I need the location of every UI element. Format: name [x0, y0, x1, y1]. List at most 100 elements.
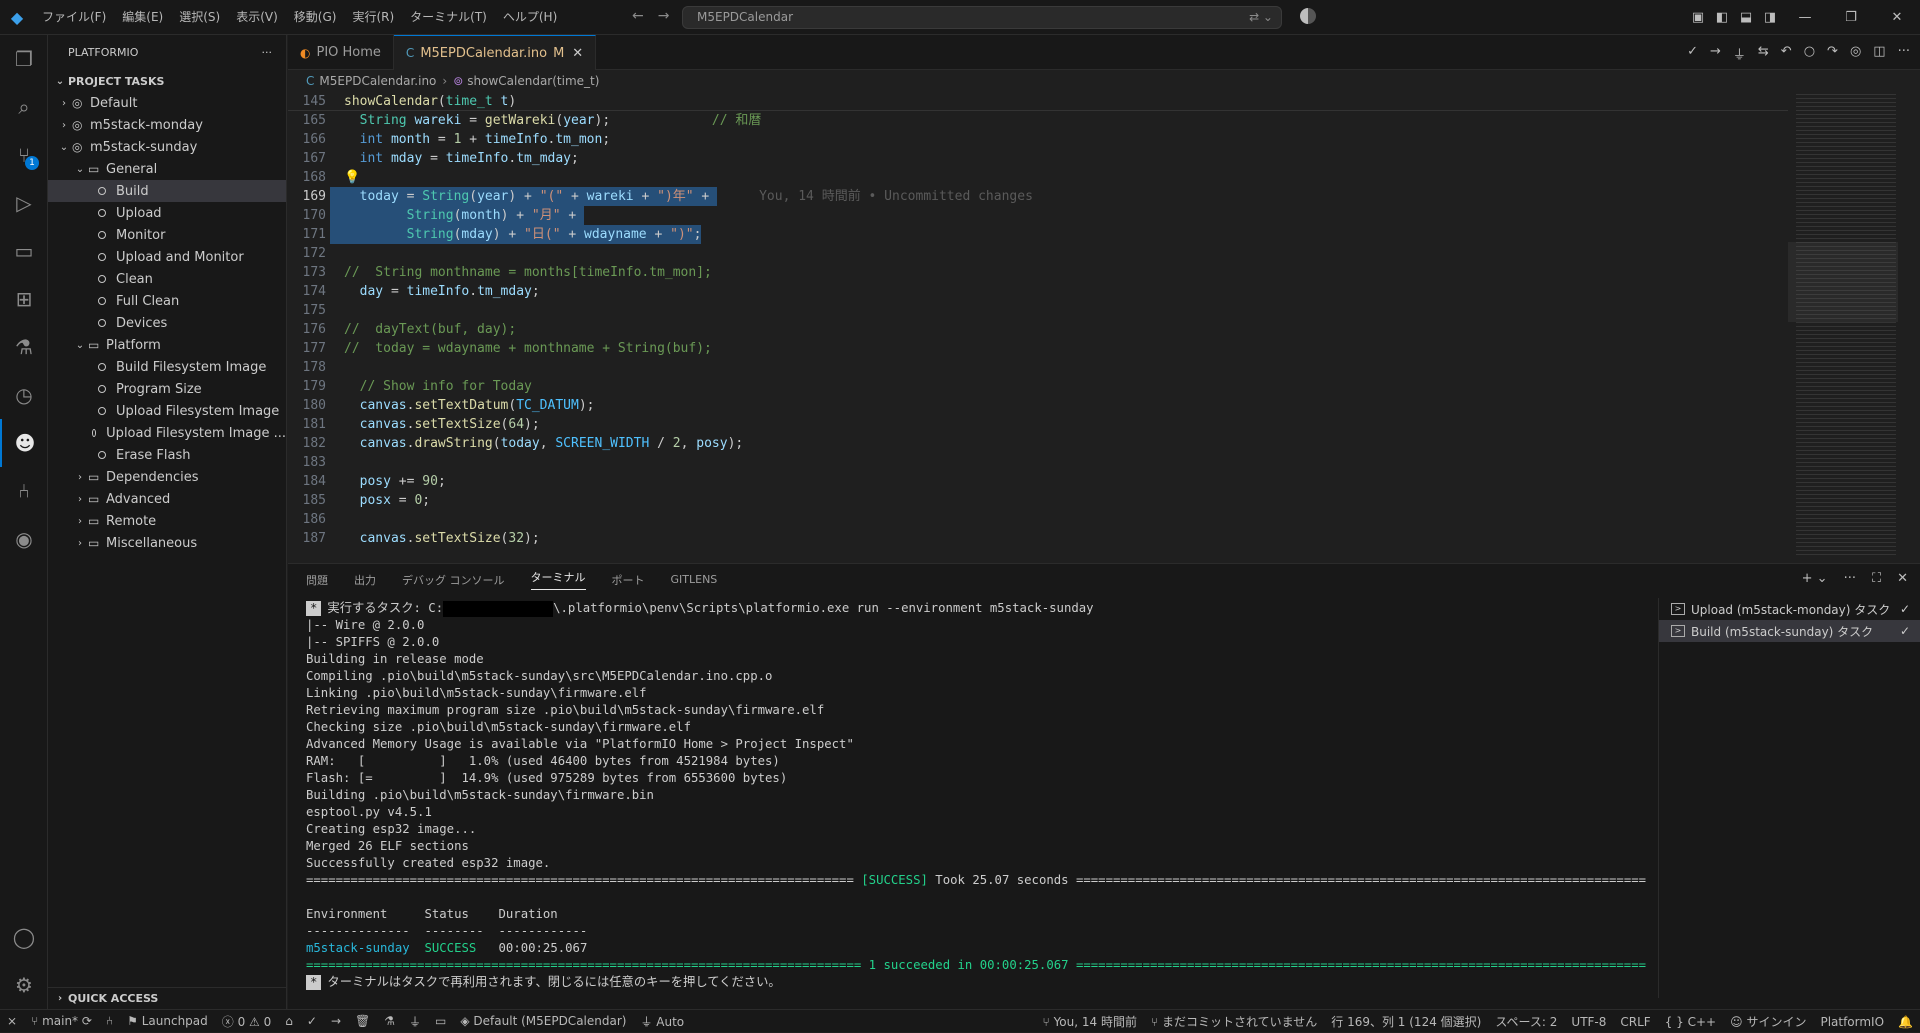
copilot-icon[interactable] [1300, 8, 1316, 24]
panel-tab[interactable]: ターミナル [530, 569, 586, 590]
code-line[interactable]: 173// String monthname = months[timeInfo… [288, 263, 1788, 282]
github-icon[interactable]: ◉ [0, 515, 48, 563]
search-icon[interactable]: ⌕ [0, 83, 48, 131]
tree-item[interactable]: › ◎ Default [48, 92, 286, 114]
tree-item[interactable]: › ▭ Remote [48, 510, 286, 532]
pio-test-icon[interactable]: ⚗ [377, 1014, 402, 1028]
menu-item[interactable]: 移動(G) [286, 0, 345, 35]
back-arrow-icon[interactable]: ← [632, 8, 644, 24]
run-debug-icon[interactable]: ▷ [0, 179, 48, 227]
pio-home-icon[interactable]: ⌂ [278, 1014, 300, 1028]
cursor-position[interactable]: 行 169、列 1 (124 個選択) [1324, 1013, 1488, 1030]
tree-item[interactable]: ⌄ ▭ General [48, 158, 286, 180]
tree-item[interactable]: Upload [48, 202, 286, 224]
menu-item[interactable]: ファイル(F) [34, 0, 114, 35]
pio-monitor-icon[interactable]: ⏚ [402, 1013, 428, 1030]
git-graph-icon[interactable]: ⑃ [99, 1014, 120, 1028]
language-mode[interactable]: { } C++ [1658, 1015, 1723, 1029]
explorer-icon[interactable]: ❐ [0, 35, 48, 83]
uncommitted-item[interactable]: ⑂ まだコミットされていません [1144, 1013, 1324, 1030]
extensions-icon[interactable]: ⊞ [0, 275, 48, 323]
code-line[interactable]: 181 canvas.setTextSize(64); [288, 415, 1788, 434]
toggle-sidebar-icon[interactable]: ◧ [1710, 10, 1734, 25]
code-line[interactable]: 172 [288, 244, 1788, 263]
breadcrumb-symbol[interactable]: showCalendar(time_t) [467, 74, 599, 88]
code-line[interactable]: 185 posx = 0; [288, 491, 1788, 510]
code-line[interactable]: 178 [288, 358, 1788, 377]
panel-tab[interactable]: GITLENS [671, 573, 718, 586]
tree-item[interactable]: Upload Filesystem Image [48, 400, 286, 422]
tree-item[interactable]: Erase Flash [48, 444, 286, 466]
code-line[interactable]: 166 int month = 1 + timeInfo.tm_mon; [288, 130, 1788, 149]
end-of-line[interactable]: CRLF [1613, 1015, 1657, 1029]
code-line[interactable]: 176// dayText(buf, day); [288, 320, 1788, 339]
breadcrumb-file[interactable]: M5EPDCalendar.ino [319, 74, 436, 88]
terminal-output[interactable]: * 実行するタスク: C: \.platformio\penv\Scripts\pl… [306, 600, 1646, 1000]
encoding[interactable]: UTF-8 [1564, 1015, 1613, 1029]
more-actions-icon[interactable]: ··· [1898, 44, 1910, 63]
toggle-panel-icon[interactable]: ⬓ [1734, 10, 1758, 25]
tree-item[interactable]: ⌄ ◎ m5stack-sunday [48, 136, 286, 158]
panel-tab[interactable]: 問題 [306, 572, 328, 588]
panel-tab[interactable]: 出力 [354, 572, 376, 588]
pio-clean-icon[interactable]: 🗑 [348, 1014, 377, 1028]
code-line[interactable]: 186 [288, 510, 1788, 529]
tree-item[interactable]: ⌄ ▭ Platform [48, 334, 286, 356]
launchpad-item[interactable]: ⚑ Launchpad [120, 1014, 215, 1028]
code-line[interactable]: 177// today = wdayname + monthname + Str… [288, 339, 1788, 358]
platformio-icon[interactable]: ☻ [0, 419, 48, 467]
pio-build-icon[interactable]: ✓ [300, 1014, 324, 1028]
tree-item[interactable]: Upload Filesystem Image ... [48, 422, 286, 444]
new-terminal-icon[interactable]: + ⌄ [1802, 571, 1828, 586]
menu-item[interactable]: ヘルプ(H) [495, 0, 565, 35]
split-editor-icon[interactable]: ◫ [1873, 44, 1885, 63]
menu-item[interactable]: 実行(R) [344, 0, 402, 35]
tree-item[interactable]: Devices [48, 312, 286, 334]
code-line[interactable]: 187 canvas.setTextSize(32); [288, 529, 1788, 548]
tree-item[interactable]: Monitor [48, 224, 286, 246]
upload-arrow-icon[interactable]: → [1710, 44, 1721, 63]
notifications-bell-icon[interactable]: 🔔 [1891, 1015, 1920, 1029]
lightbulb-icon[interactable]: 💡 [344, 170, 360, 185]
code-line[interactable]: 182 canvas.drawString(today, SCREEN_WIDT… [288, 434, 1788, 453]
close-window-icon[interactable]: ✕ [1874, 10, 1920, 25]
menu-item[interactable]: 表示(V) [228, 0, 286, 35]
go-forward-icon[interactable]: ↷ [1827, 44, 1838, 63]
remote-explorer-icon[interactable]: ▭ [0, 227, 48, 275]
minimap[interactable] [1788, 92, 1908, 555]
problems-item[interactable]: ⓧ 0 ⚠ 0 [215, 1013, 279, 1030]
menu-item[interactable]: 選択(S) [171, 0, 228, 35]
menu-item[interactable]: 編集(E) [114, 0, 171, 35]
gitlens-icon[interactable]: ⑃ [0, 467, 48, 515]
branch-item[interactable]: ⑂ main* ⟳ [24, 1014, 99, 1028]
pio-terminal-icon[interactable]: ▭ [428, 1014, 453, 1028]
tree-item[interactable]: Upload and Monitor [48, 246, 286, 268]
tree-item[interactable]: › ▭ Miscellaneous [48, 532, 286, 554]
code-line[interactable]: 174 day = timeInfo.tm_mday; [288, 282, 1788, 301]
check-icon[interactable]: ✓ [1687, 44, 1698, 63]
code-line[interactable]: 183 [288, 453, 1788, 472]
tab-pio-home[interactable]: ◐ PIO Home [288, 35, 394, 70]
close-panel-icon[interactable]: ✕ [1897, 571, 1908, 586]
signin-item[interactable]: ☺ サインイン [1723, 1013, 1813, 1030]
minimize-icon[interactable]: — [1782, 10, 1828, 25]
menu-item[interactable]: ターミナル(T) [402, 0, 495, 35]
testing-icon[interactable]: ⚗ [0, 323, 48, 371]
pio-env-item[interactable]: ◈ Default (M5EPDCalendar) [453, 1014, 633, 1028]
code-line[interactable]: 180 canvas.setTextDatum(TC_DATUM); [288, 396, 1788, 415]
plug-icon[interactable]: ⏚ [1733, 44, 1746, 63]
code-line[interactable]: 167 int mday = timeInfo.tm_mday; [288, 149, 1788, 168]
minimap-slider[interactable] [1788, 242, 1898, 322]
more-actions-icon[interactable]: ··· [1844, 571, 1856, 586]
code-line[interactable]: 184 posy += 90; [288, 472, 1788, 491]
port-item[interactable]: ⏚ Auto [633, 1013, 691, 1030]
more-actions-icon[interactable]: ··· [262, 46, 273, 59]
pio-upload-icon[interactable]: → [324, 1014, 348, 1028]
settings-gear-icon[interactable]: ⚙ [0, 961, 48, 1009]
tree-item[interactable]: Clean [48, 268, 286, 290]
tree-item[interactable]: Build Filesystem Image [48, 356, 286, 378]
chevron-down-icon[interactable]: ⇄ ⌄ [1249, 7, 1273, 28]
code-editor[interactable]: 145 showCalendar(time_t t) 165 String war… [288, 92, 1788, 555]
indentation[interactable]: スペース: 2 [1488, 1013, 1564, 1030]
quick-access-section[interactable]: › QUICK ACCESS [48, 987, 287, 1009]
